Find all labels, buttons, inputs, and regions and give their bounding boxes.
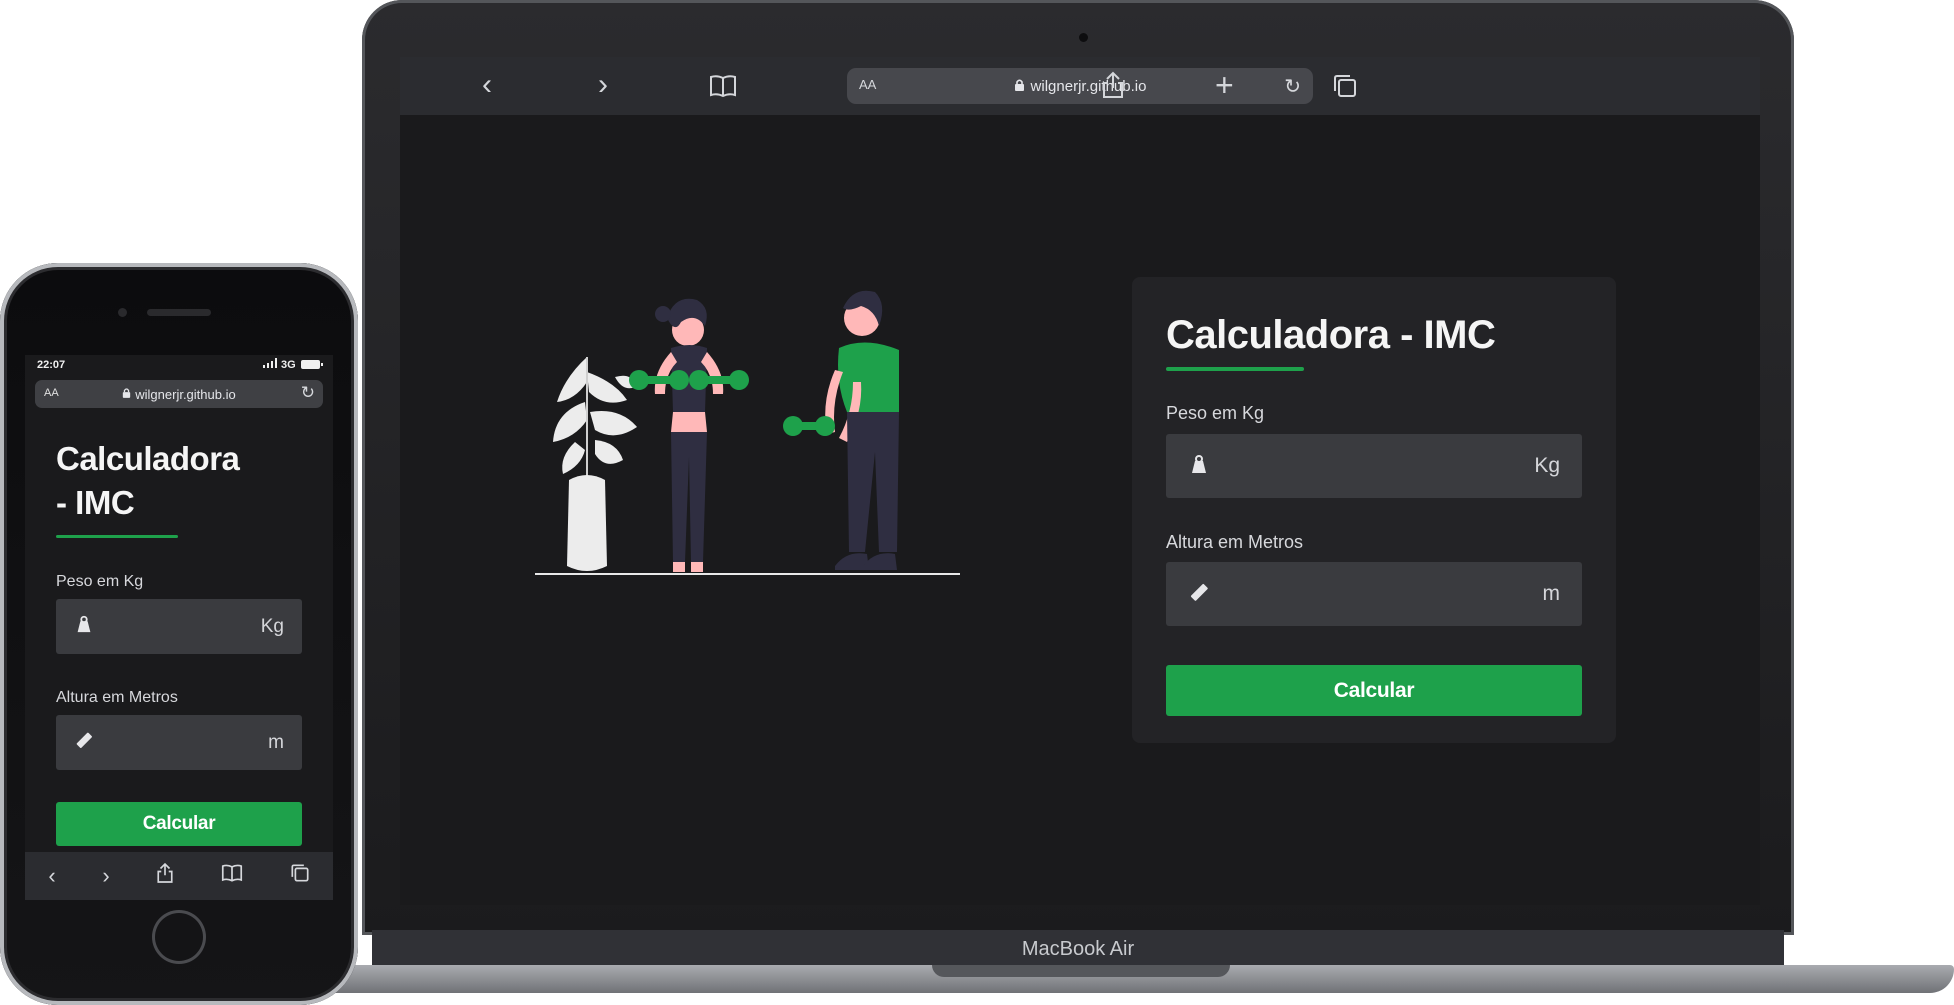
signal-icon (263, 358, 277, 371)
mobile-ruler-icon (74, 730, 94, 755)
mobile-weight-unit: Kg (260, 615, 284, 637)
browser-toolbar: ‹ › AA wilgnerjr.github.io ↻ + (400, 57, 1760, 115)
laptop-camera (1079, 33, 1088, 42)
forward-icon[interactable]: › (598, 70, 608, 100)
height-field[interactable]: m (1166, 562, 1582, 626)
mobile-tabs-icon[interactable] (290, 863, 310, 889)
mobile-lock-icon (122, 385, 131, 403)
height-label: Altura em Metros (1166, 532, 1304, 552)
device-label: MacBook Air (1021, 937, 1135, 960)
reload-icon[interactable]: ↻ (1284, 74, 1301, 99)
address-text: wilgnerjr.github.io (1030, 77, 1147, 95)
mobile-back-icon[interactable]: ‹ (48, 863, 55, 889)
title-underline (1166, 367, 1304, 371)
mobile-forward-icon[interactable]: › (102, 863, 109, 889)
new-tab-icon[interactable]: + (1215, 69, 1234, 101)
battery-icon (301, 360, 323, 372)
weight-icon (1188, 453, 1210, 480)
tabs-icon[interactable] (1332, 73, 1358, 104)
share-icon[interactable] (1101, 71, 1125, 104)
phone-speaker (147, 309, 211, 316)
height-unit: m (1542, 582, 1561, 605)
mobile-calculate-button[interactable]: Calcular (56, 802, 302, 846)
weight-unit: Kg (1534, 454, 1560, 477)
mobile-weight-field[interactable]: Kg (56, 599, 302, 654)
weight-field[interactable]: Kg (1166, 434, 1582, 498)
mobile-bookmarks-icon[interactable] (221, 863, 243, 889)
mobile-share-icon[interactable] (156, 862, 174, 890)
mobile-height-field[interactable]: m (56, 715, 302, 770)
status-bar: 22:07 3G (25, 355, 333, 377)
bmi-form-card: Calculadora - IMC Peso em Kg Kg Altura e… (1132, 277, 1616, 743)
mobile-title-underline (56, 535, 178, 538)
mobile-reload-icon[interactable]: ↻ (301, 383, 315, 403)
ruler-icon (1188, 581, 1210, 608)
laptop-chin: MacBook Air (372, 930, 1784, 968)
mobile-height-label: Altura em Metros (56, 689, 178, 706)
mobile-address-text: wilgnerjr.github.io (135, 386, 236, 402)
mobile-page-title: Calculadora - IMC (56, 437, 240, 525)
mobile-title-line1: Calculadora (56, 440, 240, 477)
mobile-height-unit: m (268, 731, 284, 753)
mobile-address-bar[interactable]: AA wilgnerjr.github.io ↻ (35, 380, 323, 408)
laptop-notch (932, 965, 1230, 977)
phone-camera (118, 308, 127, 317)
mobile-browser-toolbar: ‹ › (25, 852, 333, 900)
page-title: Calculadora - IMC (1166, 313, 1496, 357)
phone-home-button[interactable] (152, 910, 206, 964)
weight-label: Peso em Kg (1166, 403, 1265, 423)
back-icon[interactable]: ‹ (482, 70, 492, 100)
mobile-title-line2: - IMC (56, 484, 135, 521)
network-type: 3G (281, 359, 296, 371)
bookmarks-icon[interactable] (709, 73, 737, 104)
workout-illustration (535, 290, 960, 575)
laptop-screen: ‹ › AA wilgnerjr.github.io ↻ + Calculado… (400, 57, 1760, 905)
mobile-weight-icon (74, 614, 94, 639)
phone-screen: 22:07 3G AA wilgnerjr.github.io ↻ Calcul… (25, 355, 333, 900)
mobile-weight-label: Peso em Kg (56, 573, 144, 590)
lock-icon (1014, 78, 1025, 95)
calculate-button[interactable]: Calcular (1166, 665, 1582, 716)
address-bar[interactable]: AA wilgnerjr.github.io ↻ (847, 68, 1313, 104)
status-time: 22:07 (37, 359, 66, 371)
